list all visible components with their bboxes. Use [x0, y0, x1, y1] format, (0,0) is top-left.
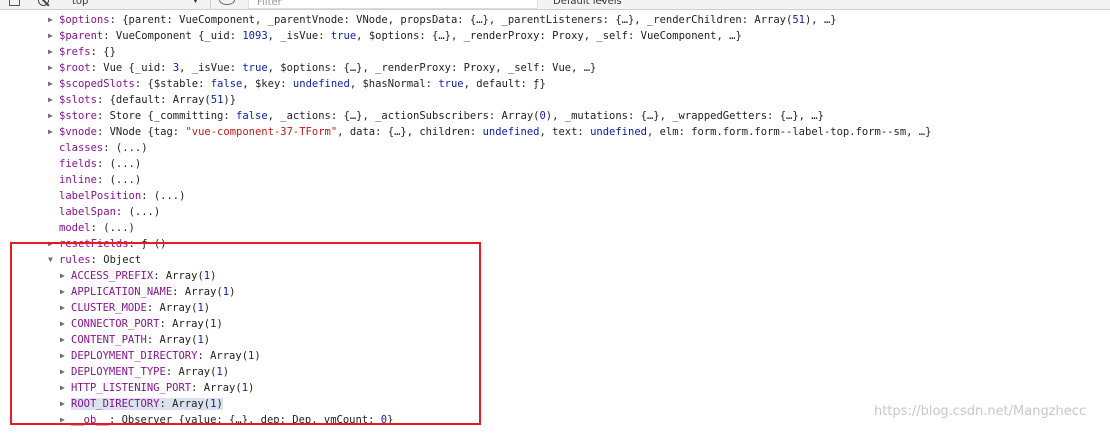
filter-input[interactable]: Filter [248, 0, 538, 9]
property-value: (...) [103, 222, 135, 234]
property-value: {default: Array(51)} [109, 94, 237, 106]
property-key: labelPosition [59, 190, 142, 202]
property-value: Vue {_uid: 3, _isVue: true, $options: {…… [103, 62, 597, 74]
expand-triangle-icon[interactable]: ▶ [48, 12, 58, 28]
property-value: {parent: VueComponent, _parentVnode: VNo… [122, 14, 837, 26]
property-value: {} [103, 46, 116, 58]
property-value: (...) [109, 158, 142, 170]
expand-triangle-icon[interactable]: ▶ [48, 76, 58, 92]
property-value: (...) [128, 206, 161, 218]
property-key: $parent [59, 30, 104, 42]
console-toolbar: top ▼ Filter Default levels ▾ [0, 0, 1110, 10]
property-key: $options [59, 14, 110, 26]
expand-triangle-icon[interactable]: ▶ [48, 108, 58, 124]
property-key: model [59, 222, 91, 234]
property-key: $root [59, 62, 91, 74]
sidebar-toggle-icon[interactable] [9, 0, 20, 6]
property-key: fields [59, 158, 97, 170]
eye-icon[interactable] [219, 0, 235, 5]
highlight-box [10, 242, 481, 425]
expand-triangle-icon[interactable]: ▶ [48, 44, 58, 60]
property-key: $store [59, 110, 97, 122]
context-selector[interactable]: top [72, 0, 88, 8]
property-value: {$stable: false, $key: undefined, $hasNo… [147, 78, 546, 90]
log-levels-dropdown[interactable]: Default levels [553, 0, 622, 8]
property-value: VNode {tag: "vue-component-37-TForm", da… [109, 126, 932, 138]
expand-triangle-icon[interactable]: ▶ [48, 124, 58, 140]
property-value: Store {_committing: false, _actions: {…}… [109, 110, 824, 122]
clear-console-icon[interactable] [38, 0, 49, 6]
expand-triangle-icon[interactable]: ▶ [48, 92, 58, 108]
toolbar-divider [210, 0, 211, 9]
property-key: $scopedSlots [59, 78, 135, 90]
property-value: (...) [109, 174, 142, 186]
context-dropdown-icon[interactable]: ▼ [192, 0, 199, 6]
property-value: (...) [115, 142, 148, 154]
property-key: classes [59, 142, 104, 154]
property-key: $refs [59, 46, 91, 58]
property-value: VueComponent {_uid: 1093, _isVue: true, … [115, 30, 742, 42]
property-key: labelSpan [59, 206, 116, 218]
property-value: (...) [153, 190, 186, 202]
property-key: $slots [59, 94, 97, 106]
levels-dropdown-icon[interactable]: ▾ [600, 0, 605, 6]
property-key: inline [59, 174, 97, 186]
expand-triangle-icon[interactable]: ▶ [48, 60, 58, 76]
expand-triangle-icon[interactable]: ▶ [48, 28, 58, 44]
watermark: https://blog.csdn.net/Mangzhecc [874, 404, 1087, 419]
property-key: $vnode [59, 126, 97, 138]
